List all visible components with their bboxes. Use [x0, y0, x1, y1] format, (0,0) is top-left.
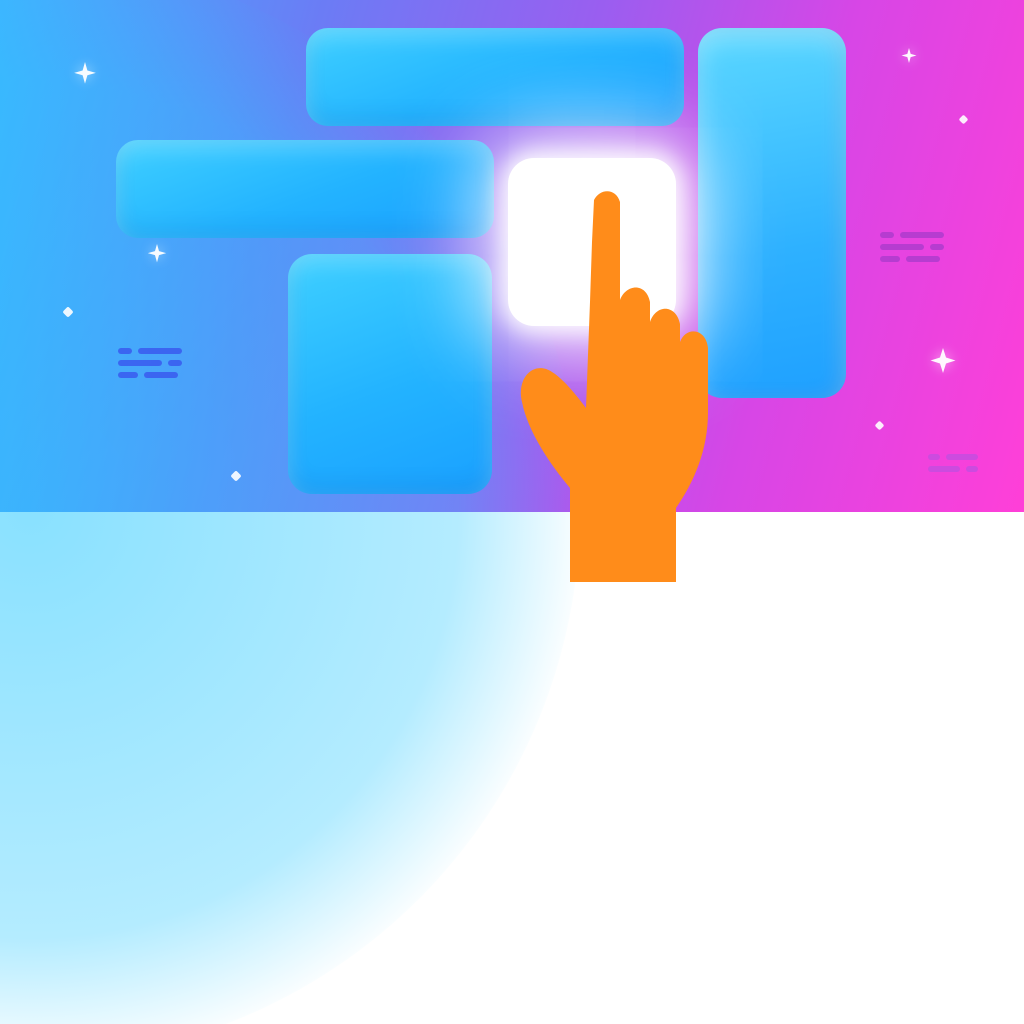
panel-mid-wide	[116, 140, 494, 238]
sparkle-icon	[146, 244, 168, 266]
dot-accent	[875, 421, 885, 431]
dash-accent-blue	[118, 348, 182, 378]
hero-illustration	[0, 0, 1024, 512]
dash-accent-pink-small	[928, 454, 978, 472]
panel-top-wide	[306, 28, 684, 126]
sparkle-icon	[900, 48, 918, 66]
panel-bottom-tall	[288, 254, 492, 494]
pointing-hand-icon	[500, 182, 800, 582]
sparkle-icon	[928, 348, 958, 378]
dash-accent-pink	[880, 232, 944, 262]
dot-accent	[959, 115, 969, 125]
sparkle-icon	[72, 62, 98, 88]
